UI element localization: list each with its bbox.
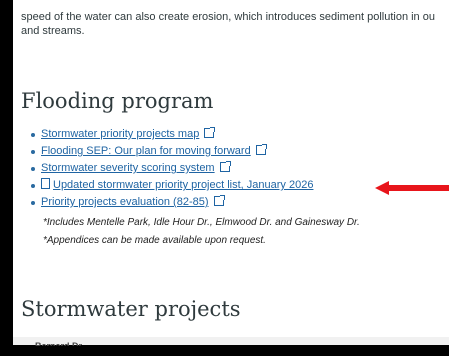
external-link-icon bbox=[219, 161, 231, 172]
arrow-shaft bbox=[387, 185, 449, 191]
flooding-links-list: Stormwater priority projects map Floodin… bbox=[31, 126, 313, 211]
list-item: Stormwater priority projects map bbox=[31, 126, 313, 143]
link-priority-projects-map[interactable]: Stormwater priority projects map bbox=[41, 128, 199, 140]
link-updated-project-list[interactable]: Updated stormwater priority project list… bbox=[53, 179, 313, 191]
external-link-icon bbox=[204, 127, 216, 138]
note-appendices: *Appendices can be made available upon r… bbox=[43, 235, 266, 246]
document-icon bbox=[41, 178, 50, 189]
web-page: speed of the water can also create erosi… bbox=[13, 0, 449, 345]
list-item: Flooding SEP: Our plan for moving forwar… bbox=[31, 143, 313, 160]
intro-paragraph: speed of the water can also create erosi… bbox=[21, 11, 435, 37]
stormwater-projects-heading: Stormwater projects bbox=[21, 297, 241, 321]
accordion-label-partial: Bernard Dr. bbox=[35, 341, 85, 346]
flooding-program-heading: Flooding program bbox=[21, 89, 214, 113]
link-severity-scoring[interactable]: Stormwater severity scoring system bbox=[41, 162, 215, 174]
arrow-head bbox=[375, 181, 389, 195]
list-item: Stormwater severity scoring system bbox=[31, 160, 313, 177]
note-includes: *Includes Mentelle Park, Idle Hour Dr., … bbox=[43, 217, 360, 228]
red-arrow-annotation bbox=[375, 181, 449, 195]
external-link-icon bbox=[213, 195, 225, 206]
list-item: Updated stormwater priority project list… bbox=[31, 177, 313, 194]
external-link-icon bbox=[255, 144, 267, 155]
link-priority-evaluation[interactable]: Priority projects evaluation (82-85) bbox=[41, 196, 209, 208]
link-flooding-sep[interactable]: Flooding SEP: Our plan for moving forwar… bbox=[41, 145, 251, 157]
list-item: Priority projects evaluation (82-85) bbox=[31, 194, 313, 211]
